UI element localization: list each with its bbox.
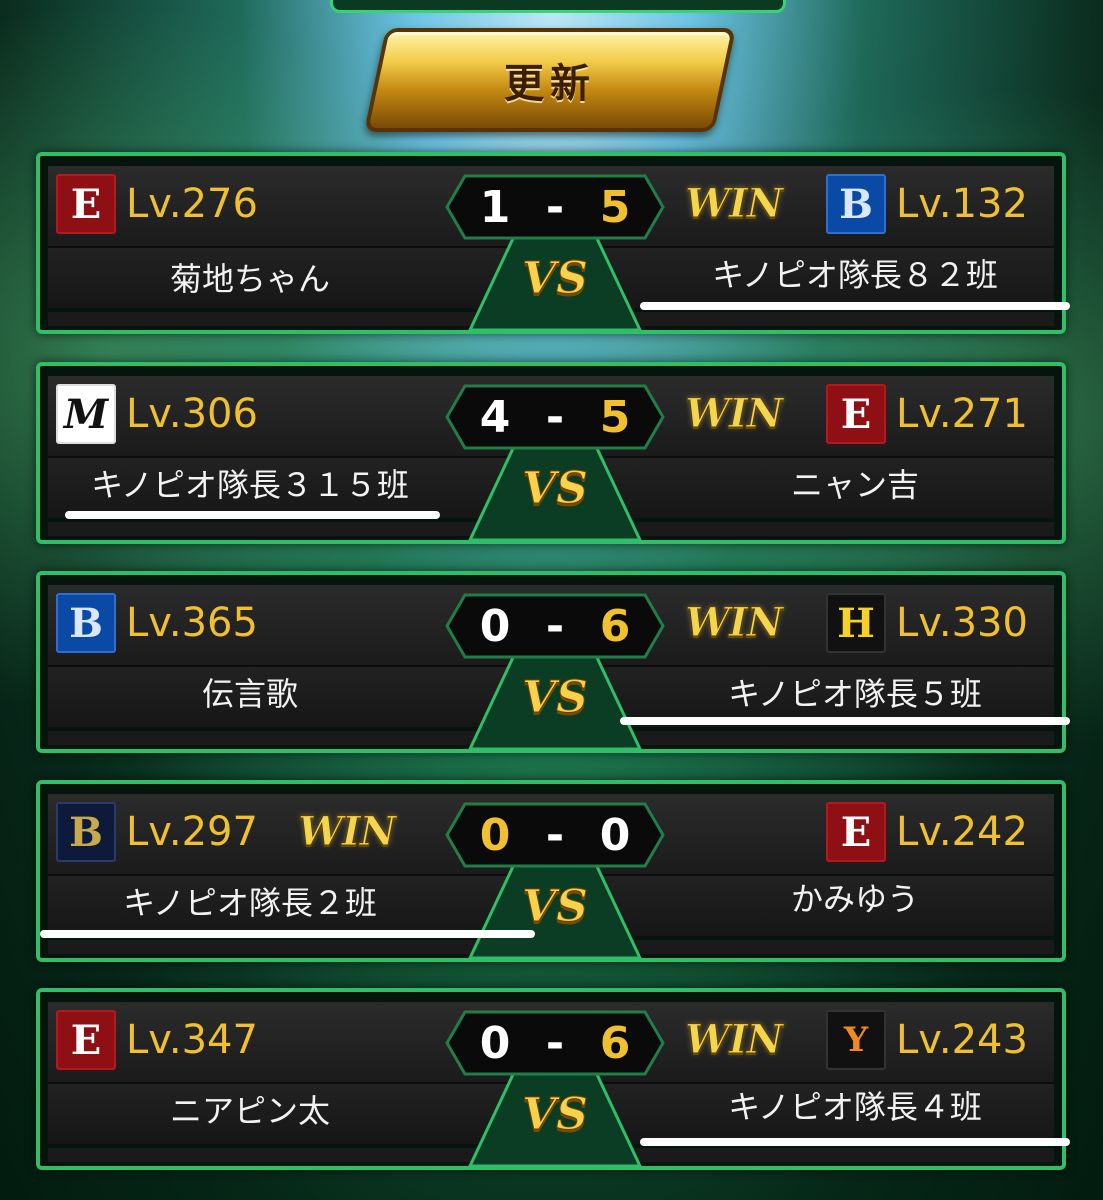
- eagles-logo-icon: E: [56, 1010, 116, 1070]
- right-level: Lv.132: [896, 181, 1028, 227]
- score-box: 4 - 5: [445, 384, 665, 450]
- score-separator: -: [545, 600, 565, 652]
- right-score: 6: [599, 600, 631, 652]
- match-card-4[interactable]: B Lv.297 WIN 0 - 0 E Lv.242 VS キノピオ隊長２班 …: [36, 780, 1066, 962]
- left-level: Lv.365: [126, 600, 258, 646]
- match-card-1[interactable]: E Lv.276 1 - 5 WIN B Lv.132 VS 菊地ちゃん キノピ…: [36, 152, 1070, 334]
- left-score: 0: [479, 809, 511, 861]
- left-level: Lv.306: [126, 391, 258, 437]
- right-level: Lv.330: [896, 600, 1028, 646]
- score-box: 0 - 0: [445, 802, 665, 868]
- match-card-5[interactable]: E Lv.347 0 - 6 WIN Y Lv.243 VS ニアピン太 キノピ…: [36, 988, 1070, 1170]
- right-player-name: キノピオ隊長４班: [728, 1088, 982, 1126]
- left-level: Lv.276: [126, 181, 258, 227]
- left-score: 4: [479, 391, 511, 443]
- right-level: Lv.243: [896, 1017, 1028, 1063]
- right-score: 5: [599, 391, 631, 443]
- left-level: Lv.347: [126, 1017, 258, 1063]
- right-player-name: キノピオ隊長８２班: [712, 256, 998, 294]
- update-button[interactable]: 更新: [363, 28, 737, 132]
- vs-label: VS: [522, 671, 589, 723]
- redaction-line: [620, 717, 1070, 725]
- right-score: 6: [599, 1017, 631, 1069]
- win-badge: WIN: [297, 808, 396, 856]
- vs-label: VS: [522, 1088, 589, 1140]
- score-box: 0 - 6: [445, 1010, 665, 1076]
- right-score: 0: [599, 809, 631, 861]
- update-button-label: 更新: [504, 61, 596, 107]
- score-separator: -: [545, 181, 565, 233]
- left-player-name: キノピオ隊長２班: [123, 884, 377, 922]
- redaction-line: [640, 1138, 1070, 1146]
- vs-label: VS: [522, 462, 589, 514]
- win-badge: WIN: [684, 599, 783, 647]
- redaction-line: [640, 302, 1070, 310]
- right-player-name: ニャン吉: [790, 466, 919, 504]
- score-box: 0 - 6: [445, 593, 665, 659]
- match-card-3[interactable]: B Lv.365 0 - 6 WIN H Lv.330 VS 伝言歌 キノピオ隊…: [36, 571, 1070, 753]
- win-badge: WIN: [684, 180, 783, 228]
- score-separator: -: [545, 391, 565, 443]
- left-player-name: キノピオ隊長３１５班: [91, 466, 409, 504]
- right-level: Lv.271: [896, 391, 1028, 437]
- marines-logo-icon: M: [56, 384, 116, 444]
- win-badge: WIN: [684, 1016, 783, 1064]
- score-separator: -: [545, 809, 565, 861]
- top-panel-edge: [330, 0, 786, 13]
- left-score: 1: [479, 181, 511, 233]
- left-score: 0: [479, 1017, 511, 1069]
- eagles-logo-icon: E: [826, 802, 886, 862]
- score-box: 1 - 5: [445, 174, 665, 240]
- left-level: Lv.297: [126, 809, 258, 855]
- left-player-name: 伝言歌: [201, 675, 298, 713]
- right-player-name: キノピオ隊長５班: [728, 675, 982, 713]
- right-score: 5: [599, 181, 631, 233]
- vs-label: VS: [522, 880, 589, 932]
- redaction-line: [65, 511, 440, 519]
- redaction-line: [40, 930, 535, 938]
- score-separator: -: [545, 1017, 565, 1069]
- eagles-logo-icon: E: [826, 384, 886, 444]
- win-badge: WIN: [684, 390, 783, 438]
- vs-label: VS: [522, 252, 589, 304]
- left-score: 0: [479, 600, 511, 652]
- left-player-name: ニアピン太: [169, 1092, 330, 1130]
- match-card-2[interactable]: M Lv.306 4 - 5 WIN E Lv.271 VS キノピオ隊長３１５…: [36, 362, 1066, 544]
- left-player-name: 菊地ちゃん: [169, 260, 330, 298]
- baystars-logo-icon: B: [56, 593, 116, 653]
- buffaloes-logo-icon: B: [56, 802, 116, 862]
- eagles-logo-icon: E: [56, 174, 116, 234]
- baystars-logo-icon: B: [826, 174, 886, 234]
- right-level: Lv.242: [896, 809, 1028, 855]
- giants-logo-icon: Y: [826, 1010, 886, 1070]
- right-player-name: かみゆう: [790, 880, 919, 918]
- tigers-logo-icon: H: [826, 593, 886, 653]
